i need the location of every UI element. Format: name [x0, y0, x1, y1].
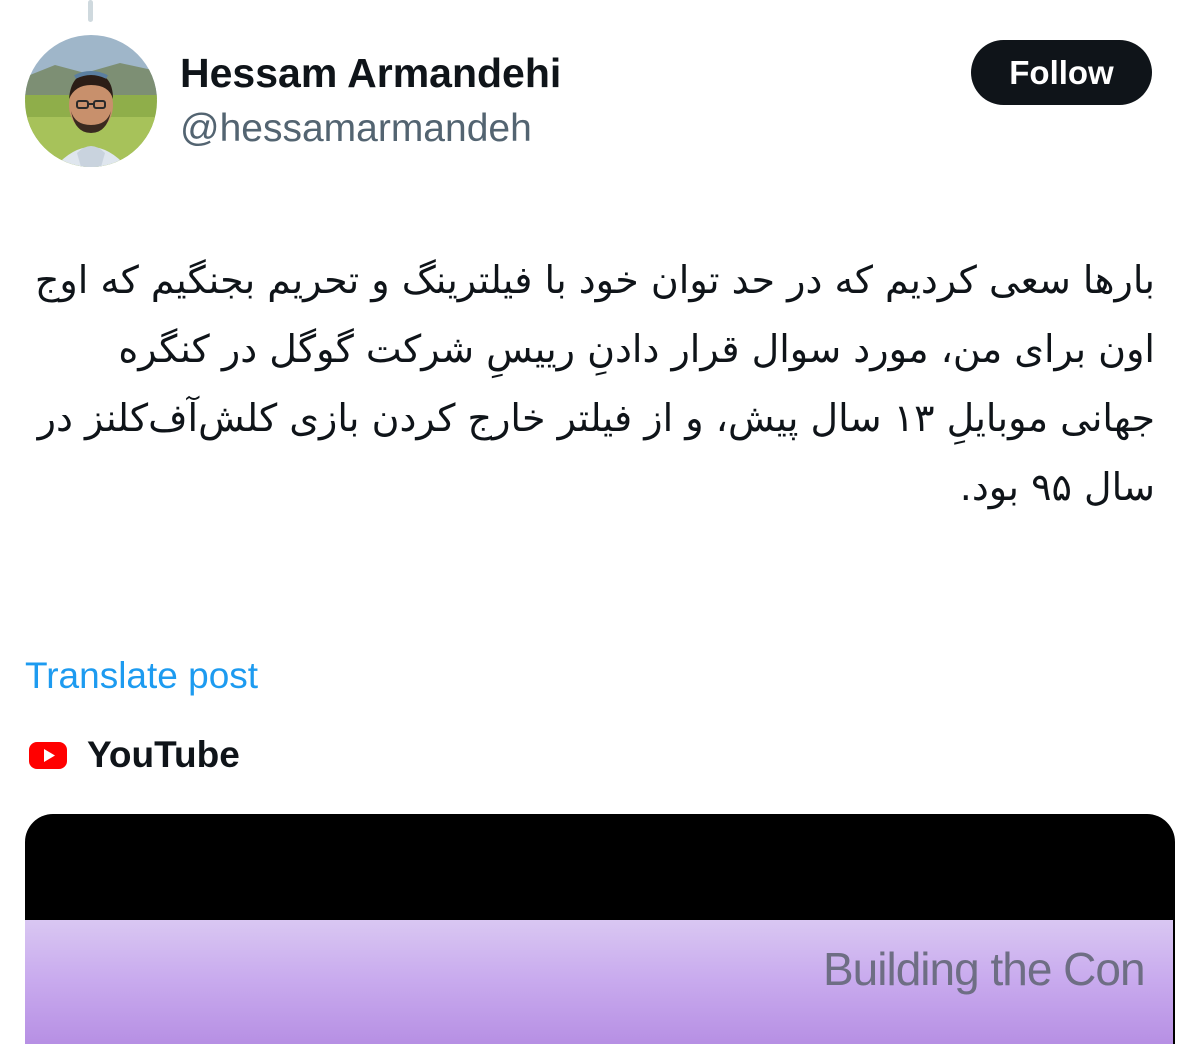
- card-source: YouTube: [25, 730, 240, 780]
- follow-button[interactable]: Follow: [971, 40, 1152, 105]
- author-display-name[interactable]: Hessam Armandehi: [180, 48, 561, 98]
- post-text: بارها سعی کردیم که در حد توان خود با فیل…: [22, 258, 1155, 509]
- youtube-icon: [29, 742, 67, 769]
- translate-post-link[interactable]: Translate post: [25, 652, 258, 700]
- author-handle[interactable]: @hessamarmandeh: [180, 104, 532, 154]
- author-avatar[interactable]: [25, 35, 157, 167]
- video-thumbnail: Building the Con: [25, 920, 1173, 1044]
- thread-connector-line: [88, 0, 93, 22]
- youtube-video-card[interactable]: Building the Con: [25, 814, 1175, 1044]
- avatar-photo: [25, 35, 157, 167]
- card-source-label: YouTube: [87, 734, 240, 775]
- video-thumbnail-caption: Building the Con: [823, 943, 1146, 995]
